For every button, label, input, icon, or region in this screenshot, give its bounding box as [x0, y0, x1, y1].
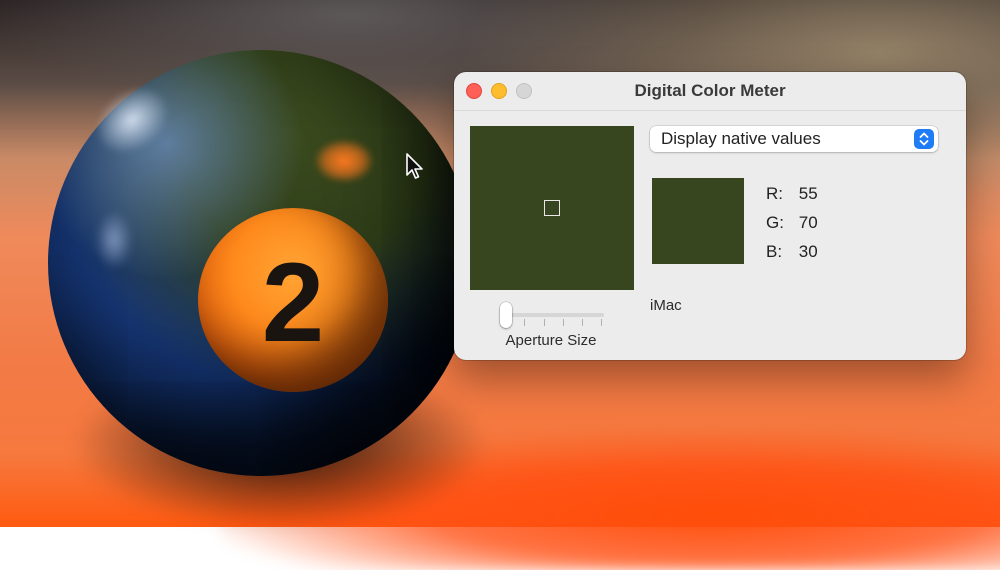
aperture-size-slider[interactable]: [500, 302, 604, 328]
slider-thumb[interactable]: [500, 302, 512, 328]
digital-color-meter-window: Digital Color Meter Aperture Size Displa…: [454, 72, 966, 360]
aperture-size-label: Aperture Size: [505, 332, 597, 349]
window-controls: [466, 83, 532, 99]
ball-highlight-side: [95, 210, 133, 270]
display-values-dropdown[interactable]: Display native values: [650, 126, 938, 152]
blue-value: 30: [798, 242, 818, 261]
mouse-cursor-icon: [406, 153, 423, 179]
magnified-preview: [470, 126, 634, 290]
slider-tick: [524, 319, 525, 326]
window-title: Digital Color Meter: [634, 81, 786, 100]
slider-track: [504, 313, 604, 317]
zoom-button[interactable]: [516, 83, 532, 99]
slider-tick: [563, 319, 564, 326]
slider-tick: [582, 319, 583, 326]
red-row: R: 55: [766, 184, 818, 204]
display-name: iMac: [650, 297, 682, 314]
slider-tick: [544, 319, 545, 326]
color-swatch: [652, 178, 744, 264]
green-label: G:: [766, 213, 784, 232]
red-value: 55: [798, 184, 818, 203]
slider-tick: [601, 319, 602, 326]
dropdown-selected-value: Display native values: [661, 129, 821, 148]
aperture-square: [544, 200, 560, 216]
ball-number: 2: [261, 240, 325, 365]
close-button[interactable]: [466, 83, 482, 99]
red-label: R:: [766, 184, 783, 203]
minimize-button[interactable]: [491, 83, 507, 99]
ball-number-circle: 2: [198, 208, 388, 392]
green-value: 70: [798, 213, 818, 232]
blue-row: B: 30: [766, 242, 818, 262]
ball-reflection: [315, 140, 373, 182]
blue-label: B:: [766, 242, 783, 261]
title-bar[interactable]: Digital Color Meter: [454, 72, 966, 111]
chevron-up-down-icon[interactable]: [914, 129, 934, 149]
green-row: G: 70: [766, 213, 818, 233]
